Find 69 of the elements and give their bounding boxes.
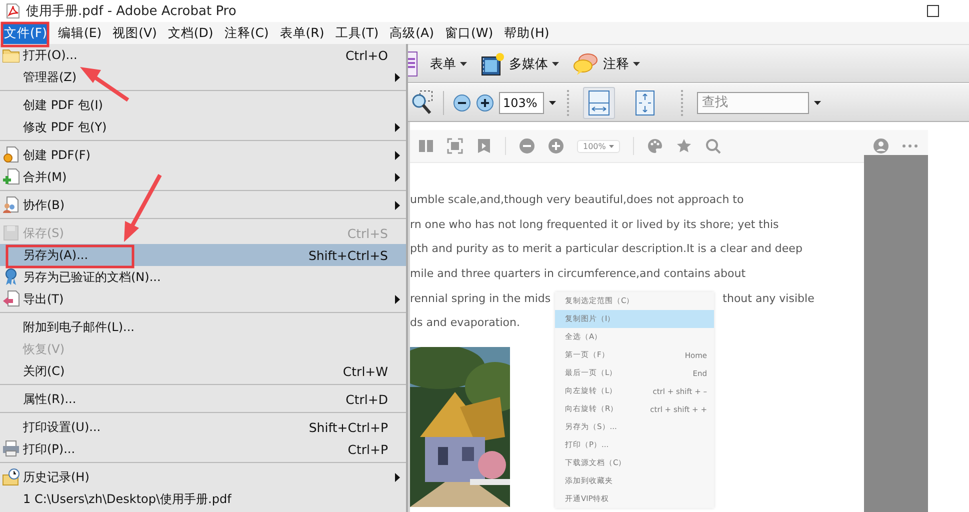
menu-item[interactable]: 打开(O)... Ctrl+O xyxy=(0,44,406,66)
menu-item[interactable]: 窗口(W) xyxy=(442,22,496,44)
menu-item[interactable]: 协作(B) xyxy=(0,194,406,216)
menu-item[interactable]: 附加到电子邮件(L)... xyxy=(0,316,406,338)
search-field[interactable]: 查找 xyxy=(697,92,809,114)
speech-bubbles-icon xyxy=(573,52,599,76)
caret-icon xyxy=(460,62,467,66)
toolbar-button[interactable]: 多媒体 xyxy=(479,48,561,78)
zoom-out-icon[interactable] xyxy=(453,94,471,112)
body-text: rennial spring in the mids xyxy=(410,292,551,307)
fit-width-icon xyxy=(587,90,611,116)
menu-item[interactable]: 合并(M) xyxy=(0,166,406,188)
body-text: umble scale,and,though very beautiful,does not approach to xyxy=(410,193,744,208)
toolbar-button[interactable] xyxy=(583,86,615,118)
menu-item[interactable]: 另存为(A)... Shift+Ctrl+S xyxy=(0,244,406,266)
user-icon[interactable] xyxy=(873,138,889,154)
menu-item[interactable]: 另存为已验证的文档(N)... xyxy=(0,266,406,288)
menu-item[interactable]: 管理器(Z) xyxy=(0,66,406,88)
menu-item[interactable]: 高级(A) xyxy=(388,22,436,44)
toolbar-button[interactable]: 注释 xyxy=(571,50,642,78)
document-people-icon xyxy=(2,196,20,214)
caret-icon xyxy=(633,62,640,66)
menu-item[interactable]: 关闭(C) Ctrl+W xyxy=(0,360,406,382)
fit-page-icon xyxy=(633,90,657,116)
menu-item[interactable]: 历史记录(H) xyxy=(0,466,406,488)
menu-item[interactable]: 帮助(H) xyxy=(502,22,552,44)
book-icon[interactable] xyxy=(418,138,434,154)
menu-item[interactable]: 视图(V) xyxy=(110,22,159,44)
dropdown-caret-icon[interactable] xyxy=(549,100,556,104)
body-text: rn one who has not long frequented it or lived by its shore; yet this xyxy=(410,218,779,233)
zoom-dropdown[interactable]: 100% xyxy=(577,140,620,152)
menu-item[interactable]: 创建 PDF(F) xyxy=(0,144,406,166)
menu-item[interactable]: 打印(P)... Ctrl+P xyxy=(0,438,406,460)
body-text: pth and purity as to merit a particular description.It is a clear and deep xyxy=(410,242,802,258)
caret-icon xyxy=(552,62,559,66)
menu-item[interactable]: 注释(C) xyxy=(222,22,271,44)
menu-item[interactable]: 修改 PDF 包(Y) xyxy=(0,116,406,138)
body-text: thout any visible xyxy=(722,292,814,307)
body-text: mile and three quarters in circumference,and contains about xyxy=(410,267,746,282)
zoom-field[interactable]: 103% xyxy=(499,92,544,114)
folder-clock-icon xyxy=(2,468,20,486)
bookmark-icon[interactable] xyxy=(476,138,492,154)
zoom-tool-icon[interactable] xyxy=(410,90,434,116)
menu-item[interactable]: 导出(T) xyxy=(0,288,406,310)
maximize-button[interactable] xyxy=(927,5,939,17)
body-text: ds and evaporation. xyxy=(410,316,520,332)
search-icon[interactable] xyxy=(704,138,721,154)
window-title: 使用手册.pdf - Adobe Acrobat Pro xyxy=(26,3,236,20)
annotation-arrow xyxy=(124,174,162,242)
menu-item[interactable]: 创建 PDF 包(I) xyxy=(0,94,406,116)
palette-icon[interactable] xyxy=(646,138,663,154)
caret-icon xyxy=(608,144,614,148)
star-icon[interactable] xyxy=(676,138,692,154)
menu-item[interactable]: 工具(T) xyxy=(333,22,381,44)
document-plus-icon xyxy=(2,168,20,186)
film-icon xyxy=(481,50,505,76)
highlight-frame xyxy=(0,22,50,48)
menu-item[interactable]: 编辑(E) xyxy=(56,22,104,44)
menu-item[interactable]: 属性(R)... Ctrl+D xyxy=(0,388,406,410)
menu-item[interactable]: 文档(D) xyxy=(166,22,216,44)
dropdown-caret-icon[interactable] xyxy=(814,100,821,104)
menu-item[interactable]: 表单(R) xyxy=(278,22,326,44)
fit-screen-icon[interactable] xyxy=(447,138,463,154)
document-arrow-icon xyxy=(2,290,20,308)
menu-item[interactable]: 打印设置(U)... Shift+Ctrl+P xyxy=(0,416,406,438)
toolbar-button[interactable]: 表单 xyxy=(428,52,469,74)
zoom-in-icon[interactable] xyxy=(476,94,494,112)
menu-item[interactable]: 1 C:\Users\zh\Desktop\使用手册.pdf xyxy=(0,488,406,510)
pdf-file-icon xyxy=(6,3,20,19)
